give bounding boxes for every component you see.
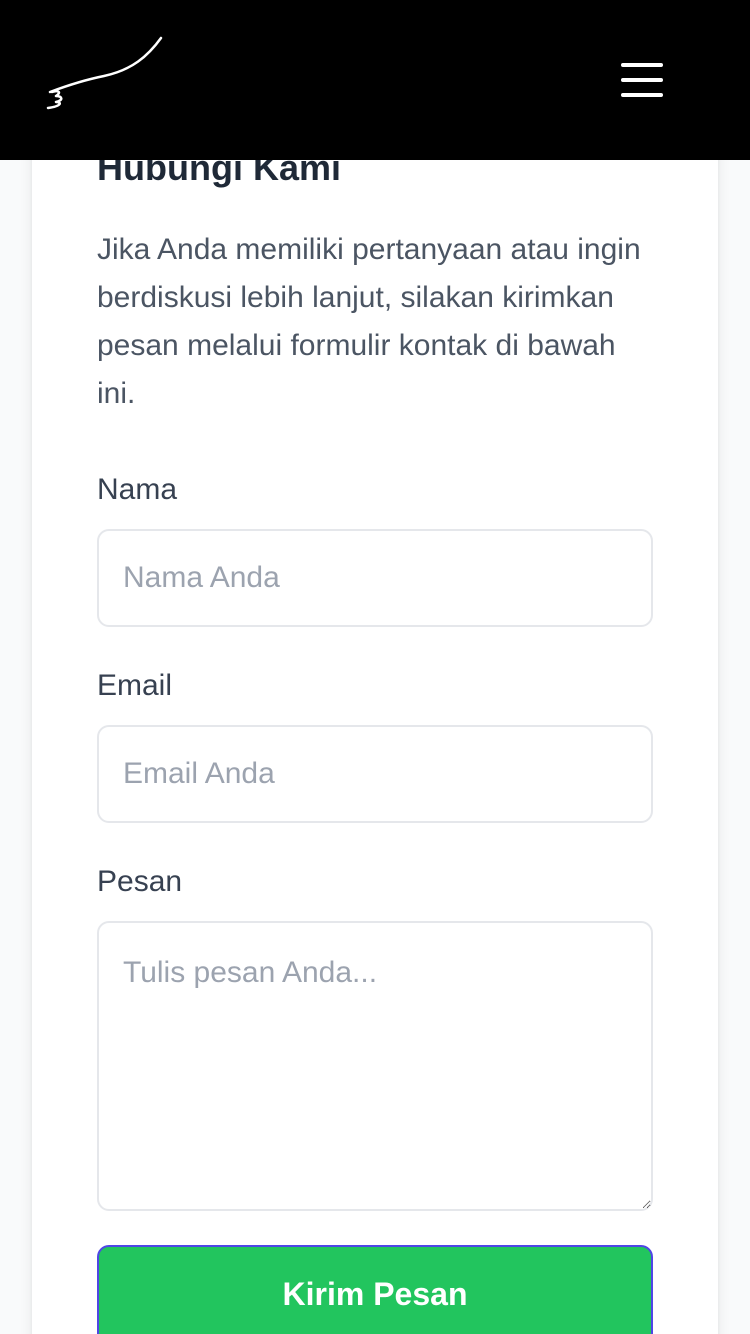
page: Hubungi Kami Jika Anda memiliki pertanya… [0, 0, 750, 1334]
message-label: Pesan [97, 865, 183, 898]
hamburger-menu-icon[interactable] [612, 54, 672, 106]
menu-bar [621, 93, 663, 97]
site-header [0, 0, 750, 160]
submit-button[interactable]: Kirim Pesan [97, 1245, 653, 1334]
contact-intro-text: Jika Anda memiliki pertanyaan atau ingin… [97, 233, 641, 410]
email-input[interactable] [97, 725, 653, 823]
menu-bar [621, 78, 663, 82]
name-label: Nama [97, 473, 178, 506]
email-label: Email [97, 669, 173, 702]
message-textarea[interactable] [97, 921, 653, 1211]
name-input[interactable] [97, 529, 653, 627]
menu-bar [621, 63, 663, 67]
signature-logo-icon[interactable] [40, 30, 170, 120]
